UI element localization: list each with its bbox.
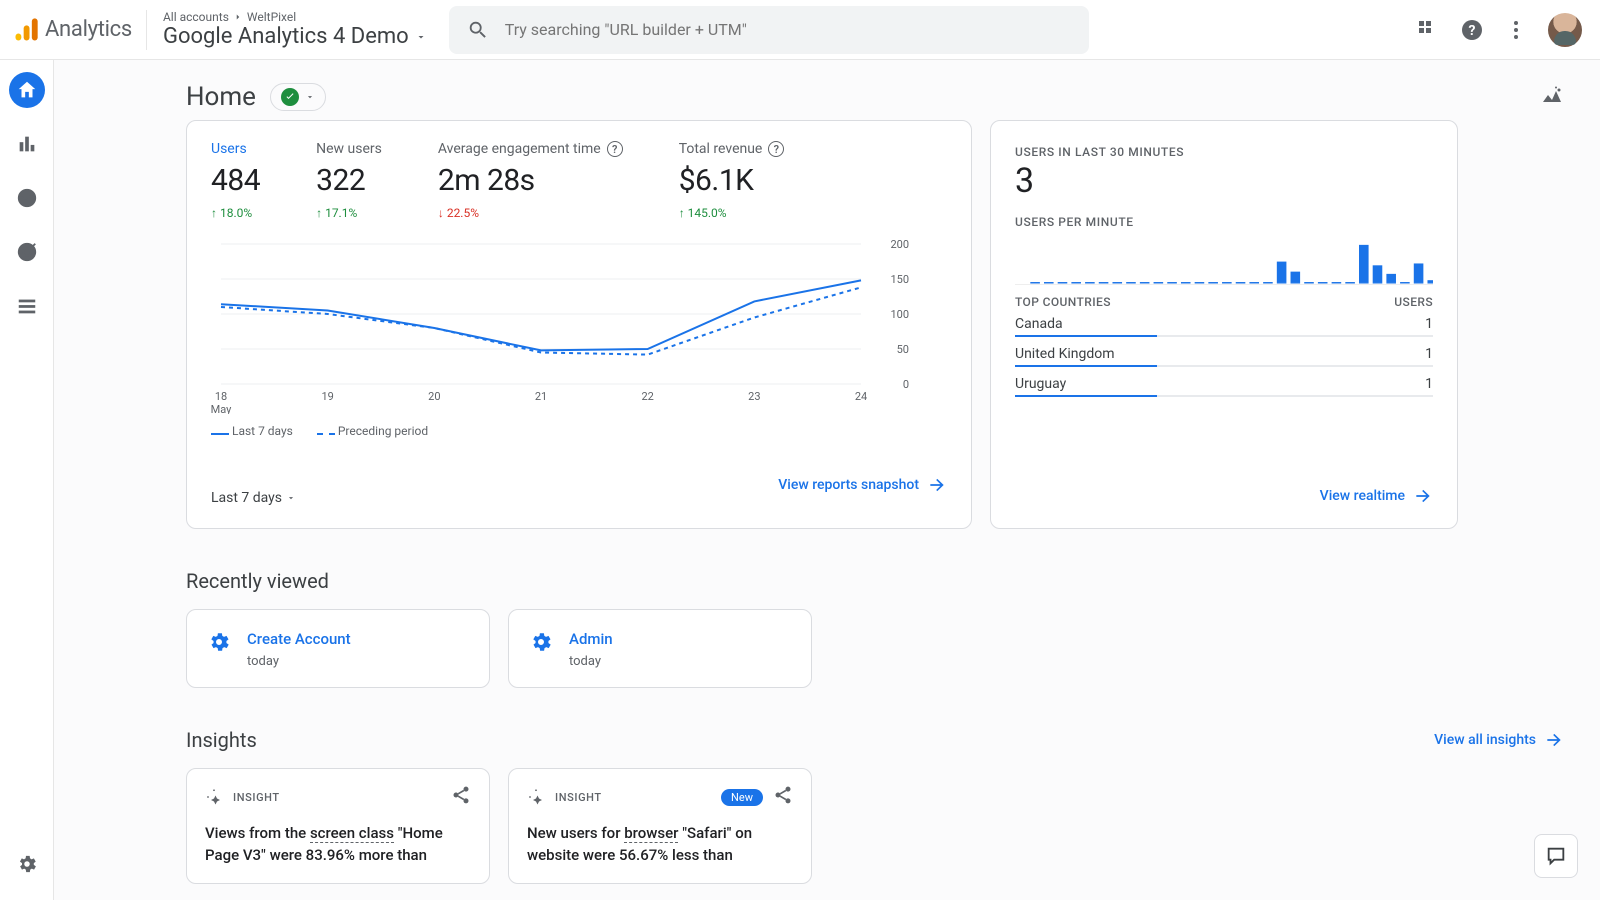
arrow-right-icon <box>1413 486 1433 506</box>
search-box[interactable] <box>449 6 1089 54</box>
nav-advertising[interactable] <box>9 234 45 270</box>
svg-text:18: 18 <box>215 390 227 403</box>
logo-block[interactable]: Analytics <box>12 10 147 50</box>
country-row: United Kingdom1 <box>1015 339 1433 365</box>
search-icon <box>467 19 489 41</box>
insight-card[interactable]: INSIGHT New New users for browser "Safar… <box>508 768 812 884</box>
chart-legend: Last 7 days Preceding period <box>211 424 947 438</box>
product-name: Analytics <box>45 17 132 42</box>
nav-home[interactable] <box>9 72 45 108</box>
nav-admin[interactable] <box>9 846 45 882</box>
property-picker[interactable]: All accounts WeltPixel Google Analytics … <box>163 10 427 49</box>
recently-viewed-card[interactable]: Admintoday <box>508 609 812 688</box>
nav-configure[interactable] <box>9 288 45 324</box>
realtime-card: USERS IN LAST 30 MINUTES 3 USERS PER MIN… <box>990 120 1458 529</box>
rt-users-value: 3 <box>1015 161 1433 201</box>
metric-users[interactable]: Users 484 ↑ 18.0% <box>211 141 260 220</box>
feedback-button[interactable] <box>1534 834 1578 878</box>
svg-text:0: 0 <box>903 378 909 391</box>
share-icon[interactable] <box>773 785 793 809</box>
account-avatar[interactable] <box>1548 13 1582 47</box>
svg-text:19: 19 <box>321 390 333 403</box>
sparkle-icon <box>527 788 545 806</box>
arrow-right-icon <box>927 475 947 495</box>
nav-rail <box>0 60 54 900</box>
caret-down-icon <box>305 92 315 102</box>
svg-text:May: May <box>211 403 232 414</box>
nav-explore[interactable] <box>9 180 45 216</box>
arrow-right-icon <box>1544 730 1564 750</box>
caret-down-icon <box>286 493 296 503</box>
insights-heading: Insights <box>186 728 257 752</box>
apps-icon[interactable] <box>1416 18 1440 42</box>
svg-text:20: 20 <box>428 390 440 403</box>
view-reports-snapshot-link[interactable]: View reports snapshot <box>778 475 947 495</box>
chat-icon <box>1545 845 1567 867</box>
svg-text:?: ? <box>1469 23 1476 39</box>
caret-down-icon <box>415 31 427 43</box>
view-all-insights-link[interactable]: View all insights <box>1434 730 1564 750</box>
search-input[interactable] <box>505 20 1071 39</box>
country-row: Uruguay1 <box>1015 369 1433 395</box>
svg-text:22: 22 <box>641 390 653 403</box>
page-title: Home <box>186 82 256 112</box>
property-name: Google Analytics 4 Demo <box>163 24 409 49</box>
metric-average-engagement-time[interactable]: Average engagement time ? 2m 28s ↓ 22.5% <box>438 141 623 220</box>
view-realtime-link[interactable]: View realtime <box>1320 486 1433 506</box>
country-row: Canada1 <box>1015 309 1433 335</box>
gear-icon <box>529 630 553 669</box>
svg-text:23: 23 <box>748 390 760 403</box>
overview-card: Users 484 ↑ 18.0% New users 322 ↑ 17.1% Av… <box>186 120 972 529</box>
svg-text:21: 21 <box>535 390 547 403</box>
nav-reports[interactable] <box>9 126 45 162</box>
sparkle-icon <box>205 788 223 806</box>
users-per-minute-chart <box>1015 239 1433 285</box>
svg-text:150: 150 <box>890 273 909 286</box>
svg-text:100: 100 <box>890 308 909 321</box>
app-header: Analytics All accounts WeltPixel Google … <box>0 0 1600 60</box>
recently-viewed-card[interactable]: Create Accounttoday <box>186 609 490 688</box>
date-range-picker[interactable]: Last 7 days <box>211 490 296 506</box>
svg-text:50: 50 <box>897 343 909 356</box>
chevron-right-icon <box>233 12 243 22</box>
gear-icon <box>207 630 231 669</box>
insight-card[interactable]: INSIGHT Views from the screen class "Hom… <box>186 768 490 884</box>
status-pill[interactable] <box>270 83 326 111</box>
breadcrumb-accounts: All accounts <box>163 10 229 24</box>
metric-total-revenue[interactable]: Total revenue ? $6.1K ↑ 145.0% <box>679 141 785 220</box>
more-icon[interactable] <box>1504 18 1528 42</box>
insights-sparkle-icon[interactable] <box>1540 85 1564 109</box>
top-countries-users-label: USERS <box>1394 295 1433 309</box>
new-badge: New <box>721 789 763 806</box>
status-check-icon <box>281 88 299 106</box>
breadcrumb-account-name: WeltPixel <box>247 10 296 24</box>
rt-perminute-label: USERS PER MINUTE <box>1015 215 1433 229</box>
rt-users-label: USERS IN LAST 30 MINUTES <box>1015 145 1433 159</box>
metric-new-users[interactable]: New users 322 ↑ 17.1% <box>316 141 382 220</box>
top-countries-label: TOP COUNTRIES <box>1015 295 1111 309</box>
analytics-logo-icon <box>12 16 40 44</box>
help-icon[interactable]: ? <box>1460 18 1484 42</box>
recently-viewed-heading: Recently viewed <box>54 529 1600 609</box>
users-trend-chart: 0 50 100 150 200 18 19 20 21 22 23 24 May <box>211 238 915 414</box>
svg-text:200: 200 <box>890 238 909 251</box>
share-icon[interactable] <box>451 785 471 809</box>
main-content: Home Users 484 ↑ 18.0% New users 322 ↑ 17… <box>54 60 1600 900</box>
svg-text:24: 24 <box>855 390 867 403</box>
